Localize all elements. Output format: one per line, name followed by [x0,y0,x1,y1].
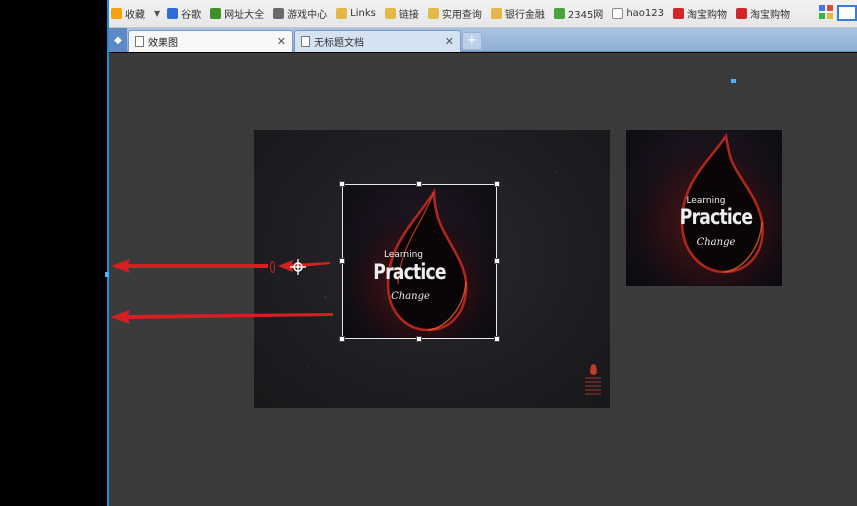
bookmark-label: 2345网 [567,10,604,21]
folder-icon [384,8,396,19]
bookmark-label: Links [350,8,376,19]
bookmark-taobao-2[interactable]: 淘宝购物 [735,6,790,21]
apps-grid-icon[interactable] [819,5,833,19]
flame-icon [589,364,597,375]
bookmark-utility-search[interactable]: 实用查询 [427,6,482,21]
window-icon[interactable] [837,5,857,21]
bookmark-label: 谷歌 [181,10,202,21]
tab-effect-preview[interactable]: 效果图 ✕ [128,30,293,52]
globe-icon [553,8,565,19]
bookmark-label: 淘宝购物 [686,10,727,21]
arrow-upper-long [111,259,268,273]
bookmark-label: 淘宝购物 [749,10,790,21]
bookmark-label: 游戏中心 [287,10,328,21]
bookmark-link-folder[interactable]: 链接 [384,6,419,21]
gamepad-icon [273,8,285,19]
screen: 收藏 ▼ 谷歌 网址大全 游戏中心 Links 链接 实用查询 银行金融 234… [0,0,857,506]
close-icon[interactable]: ✕ [445,35,454,48]
logo-watermark [584,364,602,400]
site-directory-icon [210,8,222,19]
artwork-text-learning: Learning [383,250,424,260]
bookmark-google[interactable]: 谷歌 [167,6,201,21]
bookmarks-bar: 收藏 ▼ 谷歌 网址大全 游戏中心 Links 链接 实用查询 银行金融 234… [109,0,857,28]
artwork-text-practice: Practice [373,260,446,284]
tab-menu-icon[interactable]: ◆ [109,28,127,52]
artwork-text-change: Change [696,237,736,248]
move-cursor-icon [290,259,306,275]
bookmark-favorites[interactable]: 收藏 [111,6,145,21]
document-icon [301,36,310,47]
bookmark-links[interactable]: Links [336,8,376,19]
bookmark-label: hao123 [626,8,664,19]
folder-icon [490,8,502,19]
page-icon [612,8,624,19]
bookmark-site-directory[interactable]: 网址大全 [210,6,264,21]
guide-marker [731,79,736,83]
bookmark-label: 银行金融 [504,10,545,21]
bookmark-banking[interactable]: 银行金融 [490,6,545,21]
bookmark-game-center[interactable]: 游戏中心 [273,6,327,21]
bookmark-label: 链接 [398,10,419,21]
tab-untitled-document[interactable]: 无标题文档 ✕ [294,30,461,52]
folder-icon [427,8,439,19]
arrow-lower [110,310,333,324]
artwork-text-practice: Practice [679,205,753,229]
chevron-down-icon[interactable]: ▼ [154,9,160,18]
bookmark-taobao-1[interactable]: 淘宝购物 [672,6,727,21]
tab-label: 无标题文档 [314,38,364,49]
taobao-icon [735,8,747,19]
annotation-marker [270,261,275,273]
selected-artwork-layer[interactable]: Learning Practice Change [342,184,497,339]
tab-bar: ◆ 效果图 ✕ 无标题文档 ✕ + [109,28,857,52]
document-icon [135,36,144,47]
bookmark-2345[interactable]: 2345网 [553,6,604,21]
left-panel [0,0,108,506]
artwork-text-change: Change [391,291,430,302]
tab-label: 效果图 [148,38,178,49]
bookmark-label: 收藏 [125,10,145,21]
star-icon [111,8,122,19]
taobao-icon [672,8,684,19]
bookmark-label: 网址大全 [224,10,265,21]
bookmark-hao123[interactable]: hao123 [612,8,664,19]
close-icon[interactable]: ✕ [277,35,286,48]
google-icon [167,8,179,19]
logo-text-graphic [585,377,601,395]
bookmark-label: 实用查询 [441,10,482,21]
new-tab-button[interactable]: + [462,32,482,50]
folder-icon [336,8,348,19]
reference-artwork: Learning Practice Change [626,130,782,286]
toolbar-right [819,5,857,21]
